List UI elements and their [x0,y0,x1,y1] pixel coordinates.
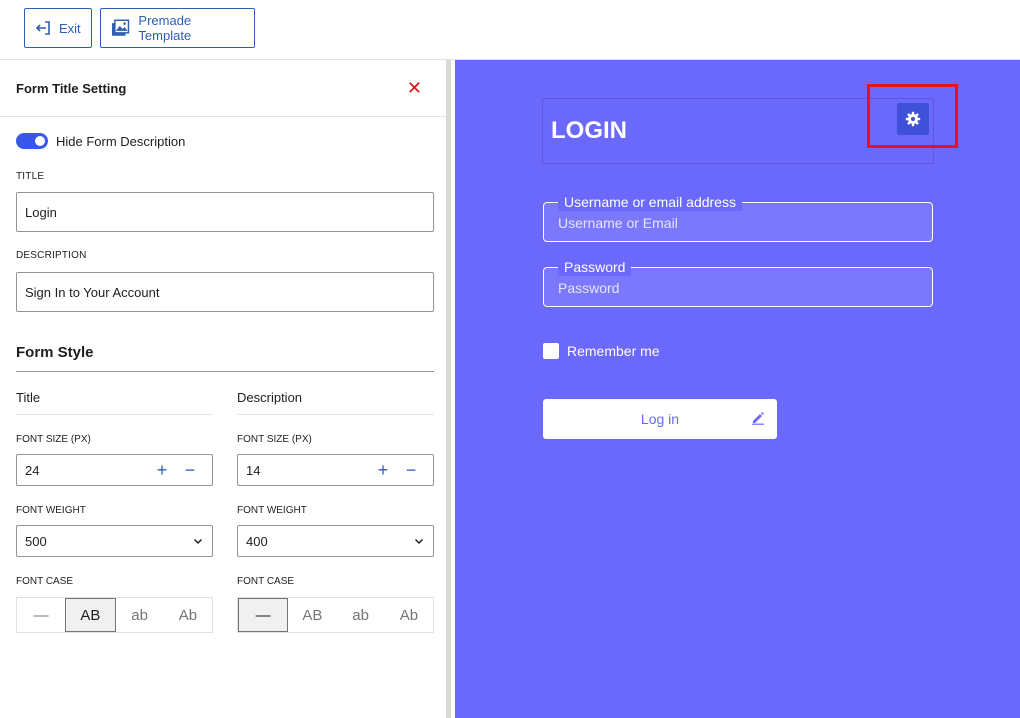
title-font-case-label: FONT CASE [16,576,74,587]
username-placeholder: Username or Email [558,215,678,231]
description-font-size-input[interactable]: 14 + − [237,454,434,486]
image-gallery-icon [111,19,130,36]
hide-description-label: Hide Form Description [56,133,186,149]
premade-template-button[interactable]: Premade Template [100,8,255,48]
title-font-weight-select[interactable]: 500 [16,525,213,557]
chevron-down-icon [193,538,203,545]
remember-me-row: Remember me [543,343,660,359]
description-column-divider [237,414,434,415]
hide-description-toggle[interactable] [16,133,48,149]
title-font-weight-label: FONT WEIGHT [16,505,86,516]
close-icon[interactable]: ✕ [407,79,422,97]
settings-panel: Form Title Setting ✕ Hide Form Descripti… [0,60,451,718]
hide-description-row: Hide Form Description [16,133,185,149]
description-font-case-group: — AB ab Ab [237,597,434,633]
password-field[interactable]: Password Password [543,258,933,307]
username-field[interactable]: Username or email address Username or Em… [543,193,933,242]
description-field-label: DESCRIPTION [16,250,87,261]
decrement-icon[interactable]: − [397,461,425,479]
exit-icon [35,21,50,35]
decrement-icon[interactable]: − [176,461,204,479]
title-input[interactable]: Login [16,192,434,232]
title-column-heading: Title [16,390,41,405]
panel-header: Form Title Setting ✕ [0,60,446,117]
title-font-size-value: 24 [25,462,40,478]
case-lowercase-button[interactable]: ab [337,598,385,632]
increment-icon[interactable]: + [148,461,176,479]
password-label: Password [558,258,632,276]
case-capitalize-button[interactable]: Ab [385,598,433,632]
remember-me-label: Remember me [567,343,660,359]
description-font-weight-select[interactable]: 400 [237,525,434,557]
exit-button[interactable]: Exit [24,8,92,48]
form-preview: LOGIN Username or email address Username… [455,60,1020,718]
case-capitalize-button[interactable]: Ab [164,598,212,632]
increment-icon[interactable]: + [369,461,397,479]
pencil-icon[interactable] [751,411,765,425]
description-font-weight-value: 400 [246,533,268,549]
chevron-down-icon [414,538,424,545]
password-placeholder: Password [558,280,620,296]
form-style-divider [16,371,434,372]
top-toolbar: Exit Premade Template [0,0,1020,60]
remember-me-checkbox[interactable] [543,343,559,359]
username-label: Username or email address [558,193,742,211]
description-font-case-label: FONT CASE [237,576,295,587]
highlight-box [867,84,958,148]
form-style-heading: Form Style [16,344,94,361]
title-font-weight-value: 500 [25,533,47,549]
case-uppercase-button[interactable]: AB [65,598,116,632]
panel-title: Form Title Setting [16,80,127,96]
login-button[interactable]: Log in [543,399,777,439]
title-font-case-group: — AB ab Ab [16,597,213,633]
exit-label: Exit [59,20,81,36]
description-font-weight-label: FONT WEIGHT [237,505,307,516]
description-font-size-value: 14 [246,462,261,478]
form-title: LOGIN [551,117,627,144]
title-font-size-label: FONT SIZE (PX) [16,434,91,445]
case-uppercase-button[interactable]: AB [288,598,336,632]
description-column-heading: Description [237,390,303,405]
login-button-label: Log in [640,411,680,427]
case-lowercase-button[interactable]: ab [116,598,164,632]
description-font-size-label: FONT SIZE (PX) [237,434,312,445]
title-font-size-input[interactable]: 24 + − [16,454,213,486]
case-none-button[interactable]: — [238,598,289,632]
title-field-label: TITLE [16,171,45,182]
title-column-divider [16,414,213,415]
description-input[interactable]: Sign In to Your Account [16,272,434,312]
premade-template-label: Premade Template [138,13,192,43]
case-none-button[interactable]: — [17,598,65,632]
